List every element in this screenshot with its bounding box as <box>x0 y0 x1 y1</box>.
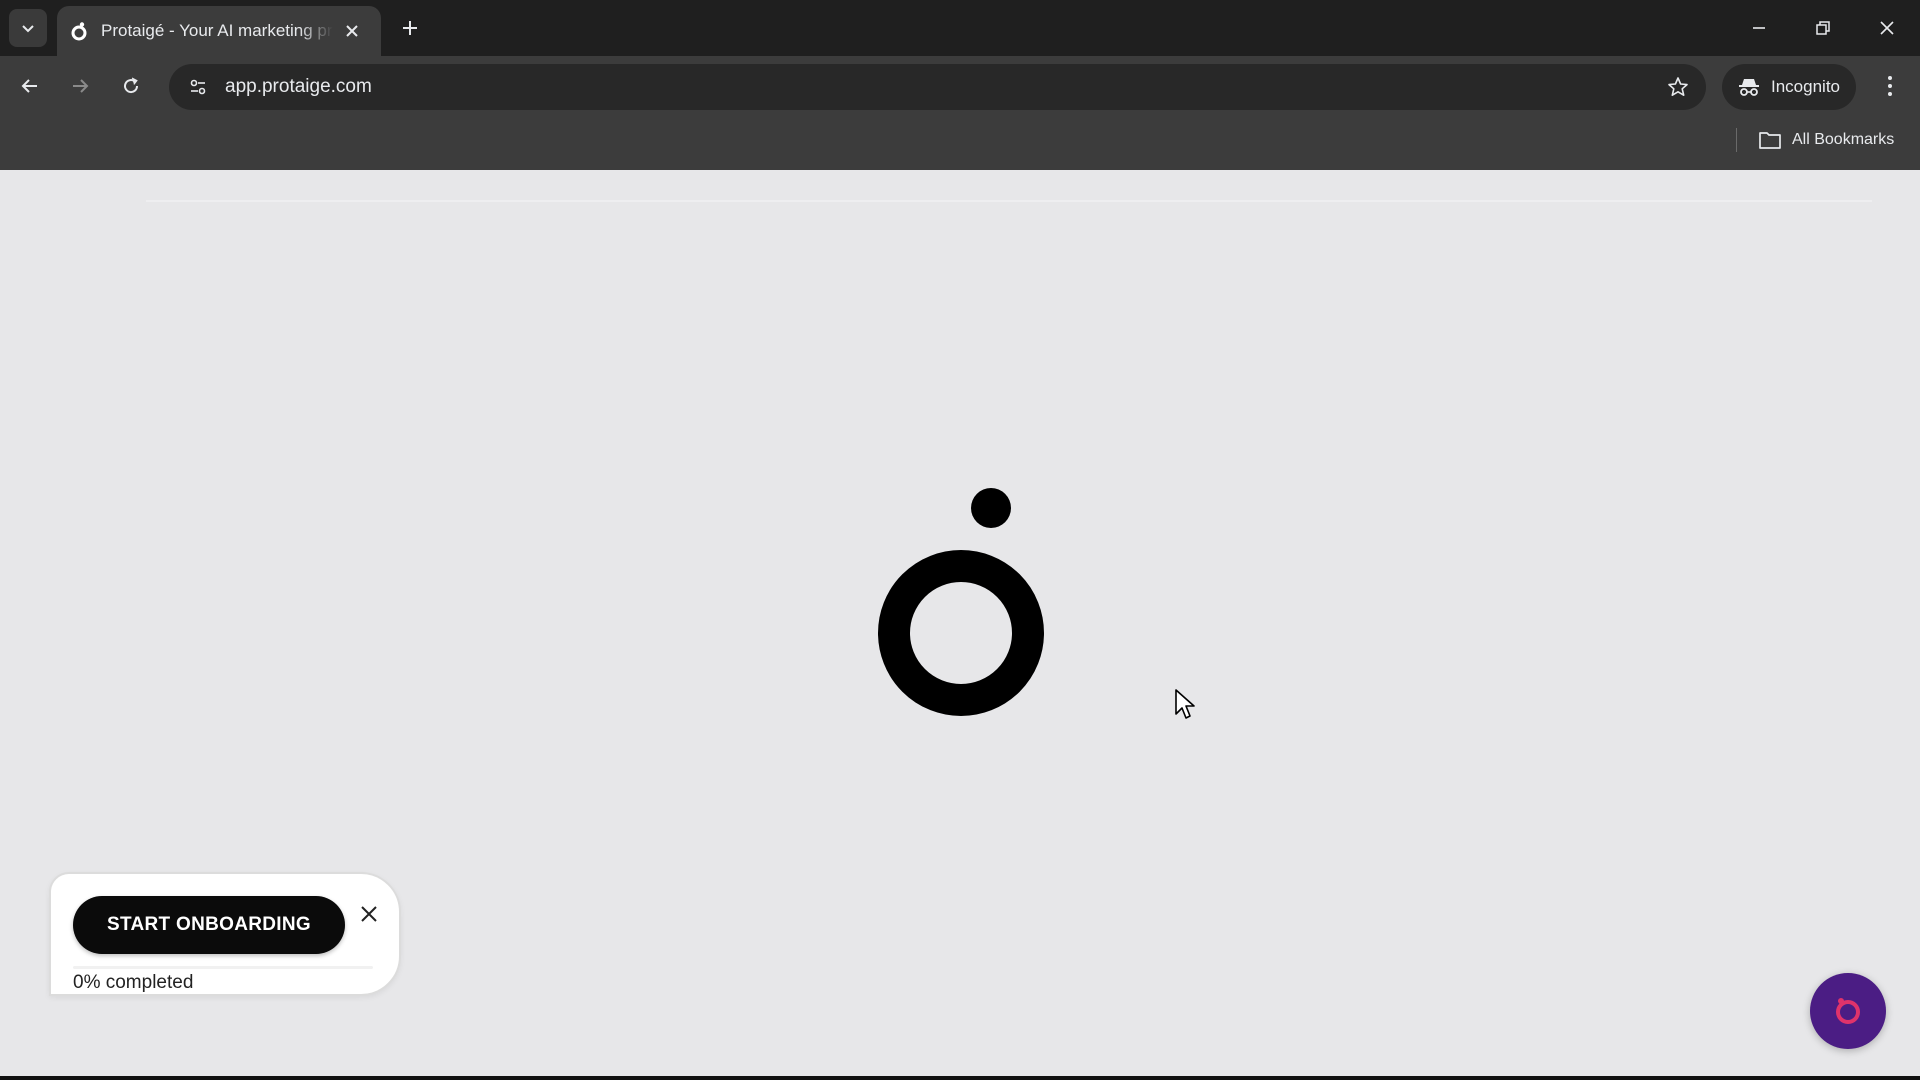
incognito-label: Incognito <box>1771 77 1840 96</box>
bookmark-star-icon[interactable] <box>1666 75 1690 99</box>
kebab-menu-icon[interactable] <box>1874 70 1906 102</box>
folder-icon <box>1758 129 1784 151</box>
window-bottom-edge <box>0 1076 1920 1080</box>
browser-tabstrip: Protaigé - Your AI marketing pr <box>0 0 1920 56</box>
tab-close-icon[interactable] <box>341 20 363 42</box>
address-bar[interactable]: app.protaige.com <box>169 64 1706 110</box>
browser-toolbar: app.protaige.com Incognito All Bookmarks <box>0 56 1920 170</box>
bookmarks-divider <box>1736 128 1737 152</box>
chevron-down-icon <box>22 25 34 33</box>
tab-search-button[interactable] <box>9 9 47 47</box>
browser-tab-active[interactable]: Protaigé - Your AI marketing pr <box>57 6 381 56</box>
all-bookmarks-button[interactable]: All Bookmarks <box>1758 126 1894 154</box>
url-text[interactable]: app.protaige.com <box>225 76 372 98</box>
back-arrow-icon[interactable] <box>14 70 46 102</box>
onboarding-widget: START ONBOARDING 0% completed <box>49 872 401 996</box>
forward-arrow-icon[interactable] <box>64 70 96 102</box>
all-bookmarks-label: All Bookmarks <box>1792 131 1895 148</box>
onboarding-progress-text: 0% completed <box>73 972 194 993</box>
chat-widget-button[interactable] <box>1810 973 1886 1049</box>
page-content: START ONBOARDING 0% completed <box>0 170 1920 1080</box>
protaige-favicon-icon <box>69 21 89 41</box>
site-info-tune-icon[interactable] <box>181 70 215 104</box>
onboarding-progress-track <box>73 966 373 969</box>
window-close-icon[interactable] <box>1866 8 1908 48</box>
minimize-icon[interactable] <box>1738 8 1780 48</box>
new-tab-plus-icon[interactable] <box>396 14 424 42</box>
page-loading-line <box>146 200 1872 202</box>
mouse-pointer-icon <box>1175 689 1195 719</box>
start-onboarding-button[interactable]: START ONBOARDING <box>73 896 345 954</box>
incognito-icon <box>1737 75 1761 99</box>
tab-title: Protaigé - Your AI marketing pr <box>101 21 333 40</box>
reload-icon[interactable] <box>115 70 147 102</box>
close-icon[interactable] <box>357 902 381 926</box>
protaige-logo-icon <box>878 488 1044 716</box>
restore-icon[interactable] <box>1802 8 1844 48</box>
incognito-indicator[interactable]: Incognito <box>1722 64 1856 110</box>
chat-widget-icon <box>1836 998 1860 1024</box>
